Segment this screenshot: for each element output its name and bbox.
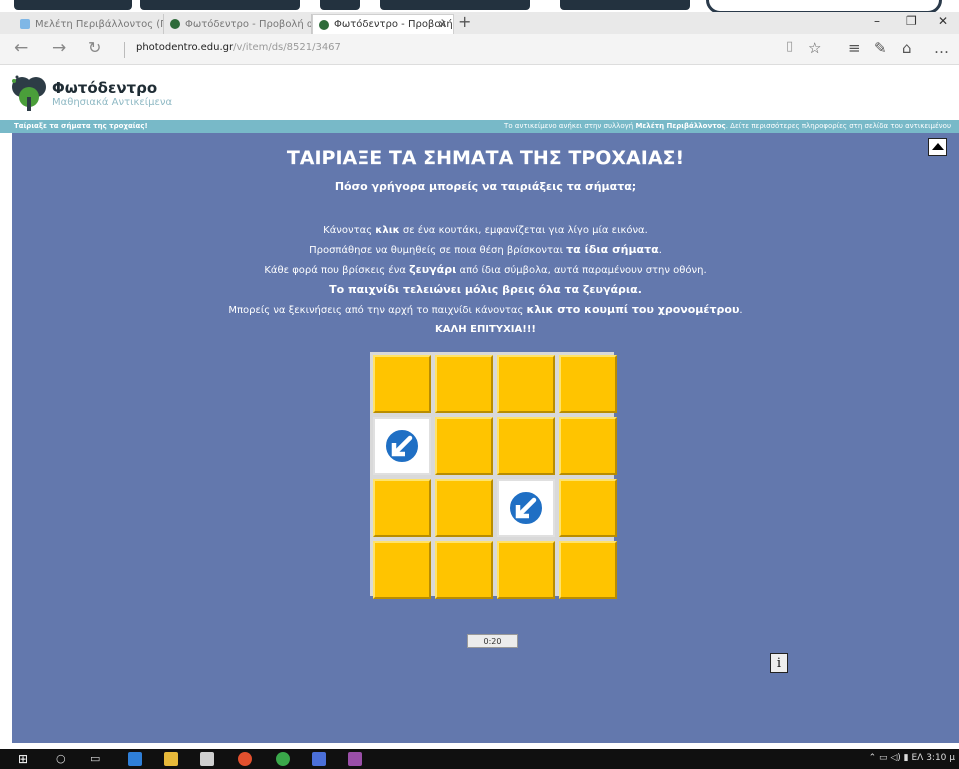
hidden-card[interactable] xyxy=(559,541,617,599)
tab-label: Μελέτη Περιβάλλοντος (Γ΄ ΄ xyxy=(35,18,163,30)
banner-text-fragment xyxy=(140,0,300,10)
tab-photodentro-1[interactable]: Φωτόδεντρο - Προβολή αν xyxy=(164,14,312,34)
favorite-star-icon[interactable]: ☆ xyxy=(808,39,821,57)
timer-restart-button[interactable]: 0:20 xyxy=(467,634,518,648)
photodentro-logo-icon[interactable] xyxy=(10,75,48,113)
strip-collection-info: Το αντικείμενο ανήκει στην συλλογή Μελέτ… xyxy=(504,122,951,130)
url-field[interactable]: photodentro.edu.gr/v/item/ds/8521/3467 xyxy=(136,42,341,53)
app-icon[interactable] xyxy=(348,752,362,766)
memory-game-board xyxy=(370,352,617,599)
game-subtitle: Πόσο γρήγορα μπορείς να ταιριάξεις τα σή… xyxy=(334,180,637,193)
info-button[interactable]: i xyxy=(770,653,788,673)
banner-text-fragment xyxy=(14,0,132,10)
tab-label: Φωτόδεντρο - Προβολή xyxy=(334,19,453,30)
hidden-card[interactable] xyxy=(497,541,555,599)
strip-prefix: Το αντικείμενο ανήκει στην συλλογή xyxy=(504,122,634,130)
tab-photodentro-active[interactable]: Φωτόδεντρο - Προβολή ✕ xyxy=(312,14,454,34)
page-icon xyxy=(20,19,30,29)
photodentro-favicon xyxy=(170,19,180,29)
store-icon[interactable] xyxy=(200,752,214,766)
banner-text-fragment xyxy=(380,0,530,10)
instruction-line: Προσπάθησε να θυμηθείς σε ποια θέση βρίσ… xyxy=(309,243,662,256)
reading-view-icon[interactable]: ▯ xyxy=(786,39,793,54)
close-tab-icon[interactable]: ✕ xyxy=(438,18,447,31)
new-tab-button[interactable]: + xyxy=(458,12,471,31)
browser-tab-bar: Μελέτη Περιβάλλοντος (Γ΄ ΄ Φωτόδεντρο - … xyxy=(0,12,959,34)
hidden-card[interactable] xyxy=(435,355,493,413)
object-info-strip: Ταίριαξε τα σήματα της τροχαίας! Το αντι… xyxy=(0,120,959,133)
chrome-icon[interactable] xyxy=(238,752,252,766)
hidden-card[interactable] xyxy=(497,355,555,413)
task-view-icon[interactable]: ▭ xyxy=(90,752,104,766)
app-icon[interactable] xyxy=(312,752,326,766)
strip-collection-link[interactable]: Μελέτη Περιβάλλοντος xyxy=(635,122,725,130)
site-header: Φωτόδεντρο Μαθησιακά Αντικείμενα xyxy=(0,65,959,120)
photodentro-favicon xyxy=(319,19,329,30)
url-host: photodentro.edu.gr xyxy=(136,42,234,53)
instruction-line: Μπορείς να ξεκινήσεις από την αρχή το πα… xyxy=(228,303,743,316)
hub-icon[interactable]: ≡ xyxy=(848,39,861,57)
revealed-card[interactable] xyxy=(373,417,431,475)
top-cropped-banner xyxy=(0,0,959,12)
hidden-card[interactable] xyxy=(497,417,555,475)
windows-start-icon[interactable]: ⊞ xyxy=(18,752,32,766)
hidden-card[interactable] xyxy=(435,541,493,599)
banner-text-fragment xyxy=(560,0,690,10)
hidden-card[interactable] xyxy=(559,355,617,413)
instruction-line: Το παιχνίδι τελειώνει μόλις βρεις όλα τα… xyxy=(329,283,642,296)
edge-browser-icon[interactable] xyxy=(128,752,142,766)
hidden-card[interactable] xyxy=(435,479,493,537)
hidden-card[interactable] xyxy=(373,479,431,537)
web-note-icon[interactable]: ✎ xyxy=(874,39,887,57)
banner-pill xyxy=(706,0,942,12)
instruction-line: ΚΑΛΗ ΕΠΙΤΥΧΙΑ!!! xyxy=(435,324,536,335)
banner-text-fragment xyxy=(320,0,360,10)
hidden-card[interactable] xyxy=(373,541,431,599)
game-area: ΤΑΙΡΙΑΞΕ ΤΑ ΣΗΜΑΤΑ ΤΗΣ ΤΡΟΧΑΙΑΣ! Πόσο γρ… xyxy=(12,133,959,743)
game-instructions: Κάνοντας κλικ σε ένα κουτάκι, εμφανίζετα… xyxy=(12,221,959,339)
tab-label: Φωτόδεντρο - Προβολή αν xyxy=(185,18,312,30)
back-arrow-icon[interactable]: ← xyxy=(14,38,28,58)
clock[interactable]: 3:10 μ xyxy=(926,753,955,763)
minimize-icon[interactable]: – xyxy=(874,14,880,28)
divider xyxy=(124,42,125,58)
revealed-card[interactable] xyxy=(497,479,555,537)
site-subtitle: Μαθησιακά Αντικείμενα xyxy=(52,97,173,108)
game-title: ΤΑΙΡΙΑΞΕ ΤΑ ΣΗΜΑΤΑ ΤΗΣ ΤΡΟΧΑΙΑΣ! xyxy=(286,147,685,169)
strip-object-title: Ταίριαξε τα σήματα της τροχαίας! xyxy=(14,122,148,130)
close-window-icon[interactable]: ✕ xyxy=(938,14,948,28)
site-title[interactable]: Φωτόδεντρο xyxy=(52,79,157,97)
file-explorer-icon[interactable] xyxy=(164,752,178,766)
tab-meleti[interactable]: Μελέτη Περιβάλλοντος (Γ΄ ΄ xyxy=(14,14,164,34)
instruction-line: Κάθε φορά που βρίσκεις ένα ζευγάρι από ί… xyxy=(264,263,707,276)
hidden-card[interactable] xyxy=(559,417,617,475)
hidden-card[interactable] xyxy=(435,417,493,475)
more-icon[interactable]: … xyxy=(934,39,949,57)
url-path: /v/item/ds/8521/3467 xyxy=(233,42,341,53)
share-icon[interactable]: ⌂ xyxy=(902,39,912,57)
app-icon[interactable] xyxy=(276,752,290,766)
system-tray: ⌃ ▭ ◁) ▮ ΕΛ 3:10 μ xyxy=(868,753,955,763)
windows-taskbar: ⊞ ○ ▭ ⌃ ▭ ◁) ▮ ΕΛ 3:10 μ xyxy=(0,749,959,769)
forward-arrow-icon[interactable]: → xyxy=(52,38,66,58)
hidden-card[interactable] xyxy=(373,355,431,413)
keep-left-sign-icon xyxy=(384,428,420,464)
refresh-icon[interactable]: ↻ xyxy=(88,38,101,57)
search-icon[interactable]: ○ xyxy=(56,752,70,766)
strip-suffix: . Δείτε περισσότερες πληροφορίες στη σελ… xyxy=(725,122,951,130)
restore-icon[interactable]: ❐ xyxy=(906,14,917,28)
instruction-line: Κάνοντας κλικ σε ένα κουτάκι, εμφανίζετα… xyxy=(323,225,648,236)
hidden-card[interactable] xyxy=(559,479,617,537)
address-bar-row: ← → ↻ photodentro.edu.gr/v/item/ds/8521/… xyxy=(0,34,959,65)
keep-left-sign-icon xyxy=(508,490,544,526)
